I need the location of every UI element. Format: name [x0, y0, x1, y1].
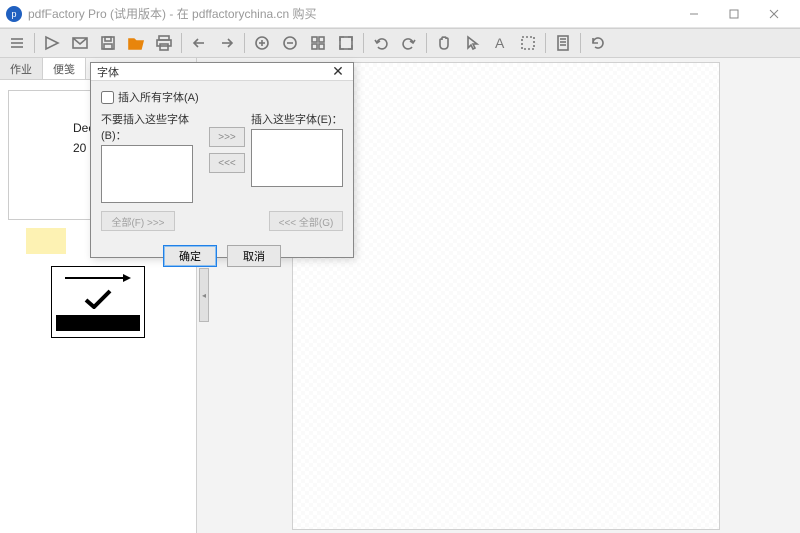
sticky-note-icon[interactable]	[26, 228, 66, 254]
dialog-close-button[interactable]: ✕	[329, 63, 347, 80]
move-right-button[interactable]: >>>	[209, 127, 245, 147]
include-list[interactable]	[251, 129, 343, 187]
minimize-button[interactable]	[674, 0, 714, 27]
forward-button[interactable]	[214, 30, 240, 56]
page-preview[interactable]	[292, 62, 720, 530]
check-icon[interactable]	[83, 289, 113, 309]
open-button[interactable]	[123, 30, 149, 56]
ok-button[interactable]: 确定	[163, 245, 217, 267]
refresh-button[interactable]	[585, 30, 611, 56]
embed-all-checkbox[interactable]	[101, 91, 114, 104]
toolbar: A	[0, 28, 800, 58]
send-button[interactable]	[39, 30, 65, 56]
zoom-in-button[interactable]	[249, 30, 275, 56]
font-dialog: 字体 ✕ 插入所有字体(A) 不要插入这些字体(B)： >>> <<< 插入这些…	[90, 62, 354, 258]
close-button[interactable]	[754, 0, 794, 27]
move-left-button[interactable]: <<<	[209, 153, 245, 173]
redact-icon[interactable]	[56, 315, 140, 331]
menu-button[interactable]	[4, 30, 30, 56]
mail-button[interactable]	[67, 30, 93, 56]
save-button[interactable]	[95, 30, 121, 56]
dialog-titlebar: 字体 ✕	[91, 63, 353, 81]
print-button[interactable]	[151, 30, 177, 56]
tab-notes[interactable]: 便笺	[43, 58, 86, 79]
exclude-list[interactable]	[101, 145, 193, 203]
hand-tool-button[interactable]	[431, 30, 457, 56]
dialog-title: 字体	[97, 64, 119, 80]
page-button[interactable]	[550, 30, 576, 56]
arrow-icon[interactable]	[63, 273, 133, 283]
text-tool-button[interactable]: A	[487, 30, 513, 56]
window-title: pdfFactory Pro (试用版本) - 在 pdffactorychin…	[28, 5, 317, 22]
all-left-button[interactable]: <<< 全部(G)	[269, 211, 343, 231]
zoom-out-button[interactable]	[277, 30, 303, 56]
include-label: 插入这些字体(E)：	[251, 111, 343, 127]
select-tool-button[interactable]	[515, 30, 541, 56]
embed-all-row[interactable]: 插入所有字体(A)	[101, 89, 343, 105]
cancel-button[interactable]: 取消	[227, 245, 281, 267]
grid-button[interactable]	[305, 30, 331, 56]
app-icon: p	[6, 6, 22, 22]
redo-button[interactable]	[396, 30, 422, 56]
all-right-button[interactable]: 全部(F) >>>	[101, 211, 175, 231]
embed-all-label: 插入所有字体(A)	[118, 89, 199, 105]
back-button[interactable]	[186, 30, 212, 56]
dialog-body: 插入所有字体(A) 不要插入这些字体(B)： >>> <<< 插入这些字体(E)…	[91, 81, 353, 239]
pointer-tool-button[interactable]	[459, 30, 485, 56]
splitter-grip-icon: ◂	[199, 268, 209, 322]
fit-button[interactable]	[333, 30, 359, 56]
maximize-button[interactable]	[714, 0, 754, 27]
titlebar: p pdfFactory Pro (试用版本) - 在 pdffactorych…	[0, 0, 800, 28]
exclude-label: 不要插入这些字体(B)：	[101, 111, 203, 143]
undo-button[interactable]	[368, 30, 394, 56]
dialog-footer: 确定 取消	[91, 239, 353, 273]
svg-text:A: A	[495, 35, 505, 51]
stamp-panel	[51, 266, 145, 338]
tab-jobs[interactable]: 作业	[0, 58, 43, 79]
